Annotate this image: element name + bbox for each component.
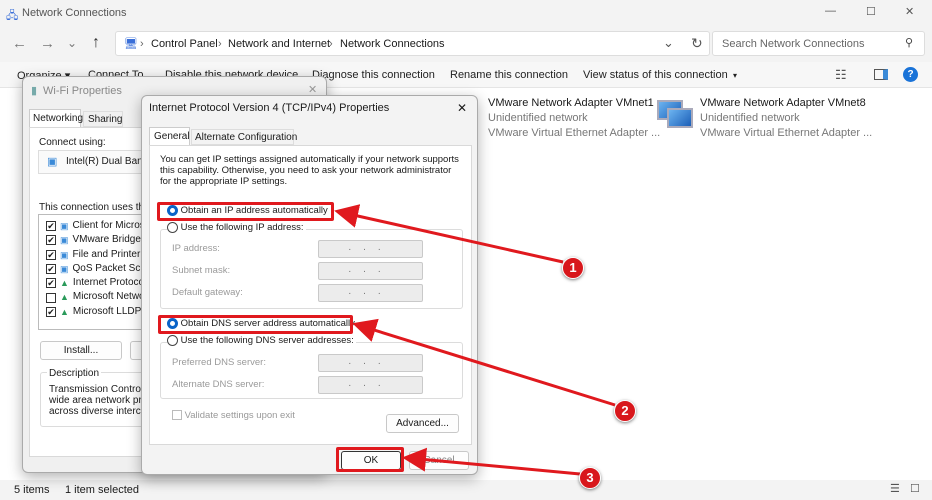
annotation-step-2: 2 — [614, 400, 636, 422]
arrow-2 — [352, 318, 616, 407]
arrow-1 — [334, 204, 564, 264]
annotation-step-1: 1 — [562, 257, 584, 279]
arrow-3 — [402, 447, 581, 476]
annotation-step-3: 3 — [579, 467, 601, 489]
annotation-arrows — [334, 204, 616, 476]
